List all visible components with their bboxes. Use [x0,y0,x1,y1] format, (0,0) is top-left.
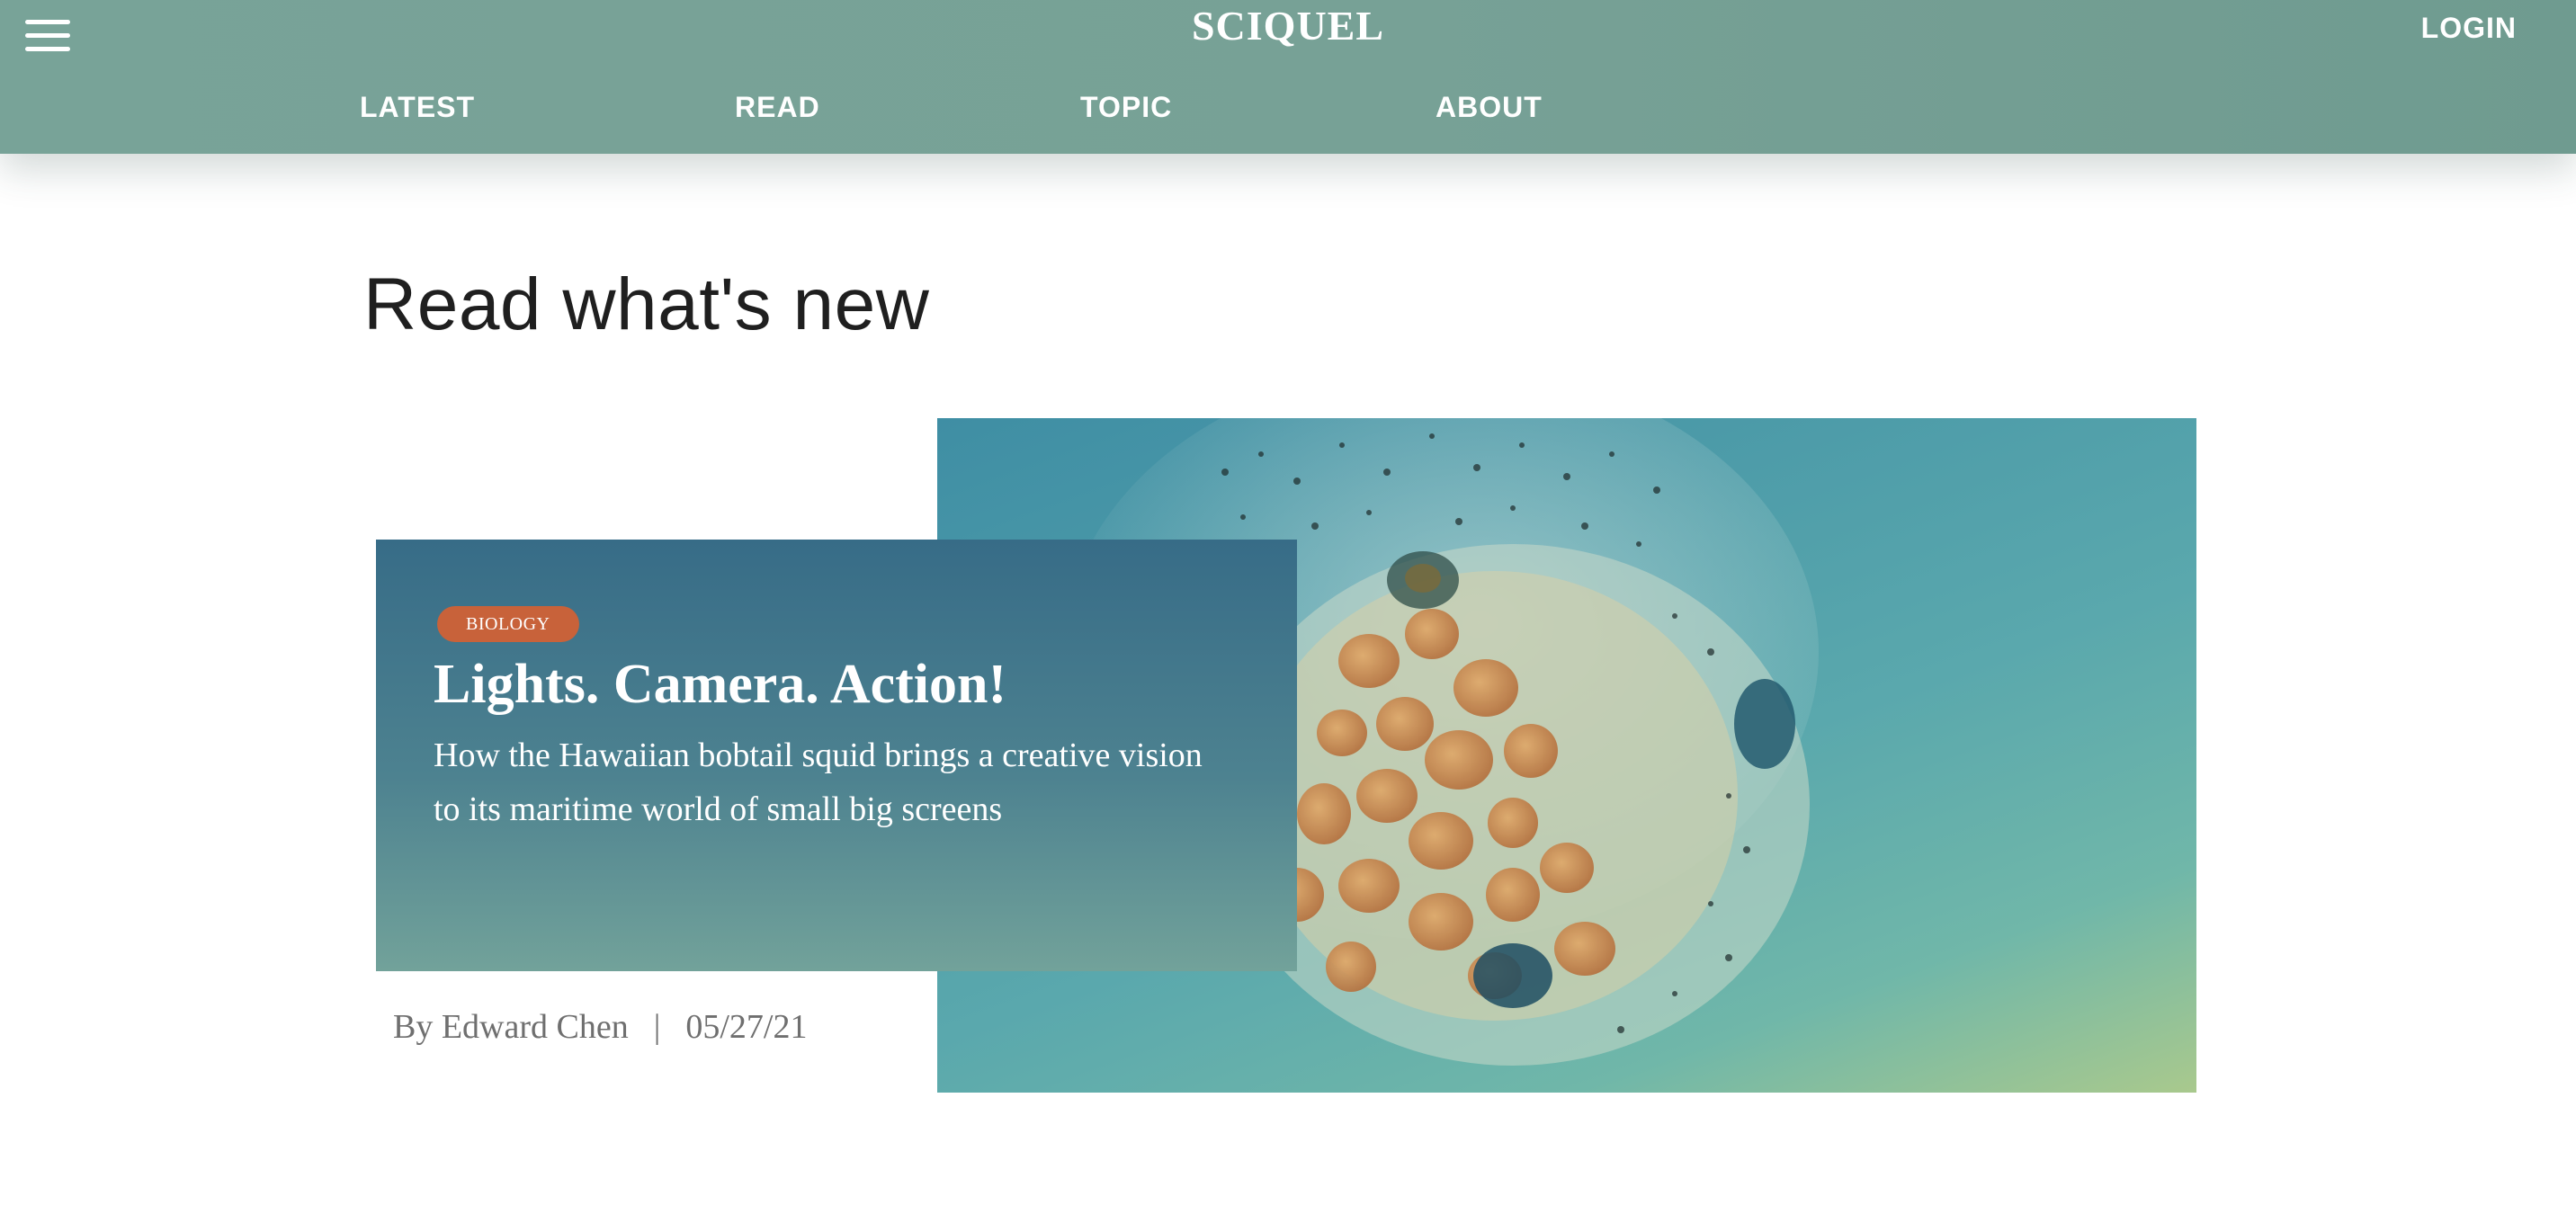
site-logo[interactable]: SCIQUEL [0,2,2576,49]
article-subtitle: How the Hawaiian bobtail squid brings a … [434,736,1203,828]
hamburger-menu-icon[interactable] [23,16,74,58]
author-name[interactable]: By Edward Chen [393,1008,629,1046]
nav-item-read[interactable]: READ [735,91,820,124]
login-link[interactable]: LOGIN [2421,12,2517,45]
byline-separator: | [653,1008,661,1046]
nav-item-topic[interactable]: TOPIC [1080,91,1172,124]
featured-article-card[interactable]: BIOLOGY Lights. Camera. Action! How the … [376,540,1297,971]
category-badge[interactable]: BIOLOGY [437,606,579,642]
site-header: SCIQUEL LOGIN LATEST READ TOPIC ABOUT [0,0,2576,154]
publish-date: 05/27/21 [685,1008,808,1046]
nav-item-latest[interactable]: LATEST [360,91,475,124]
nav-item-about[interactable]: ABOUT [1436,91,1543,124]
section-title: Read what's new [363,263,930,345]
article-title[interactable]: Lights. Camera. Action! [434,653,1006,717]
article-byline: By Edward Chen | 05/27/21 [393,1007,807,1047]
